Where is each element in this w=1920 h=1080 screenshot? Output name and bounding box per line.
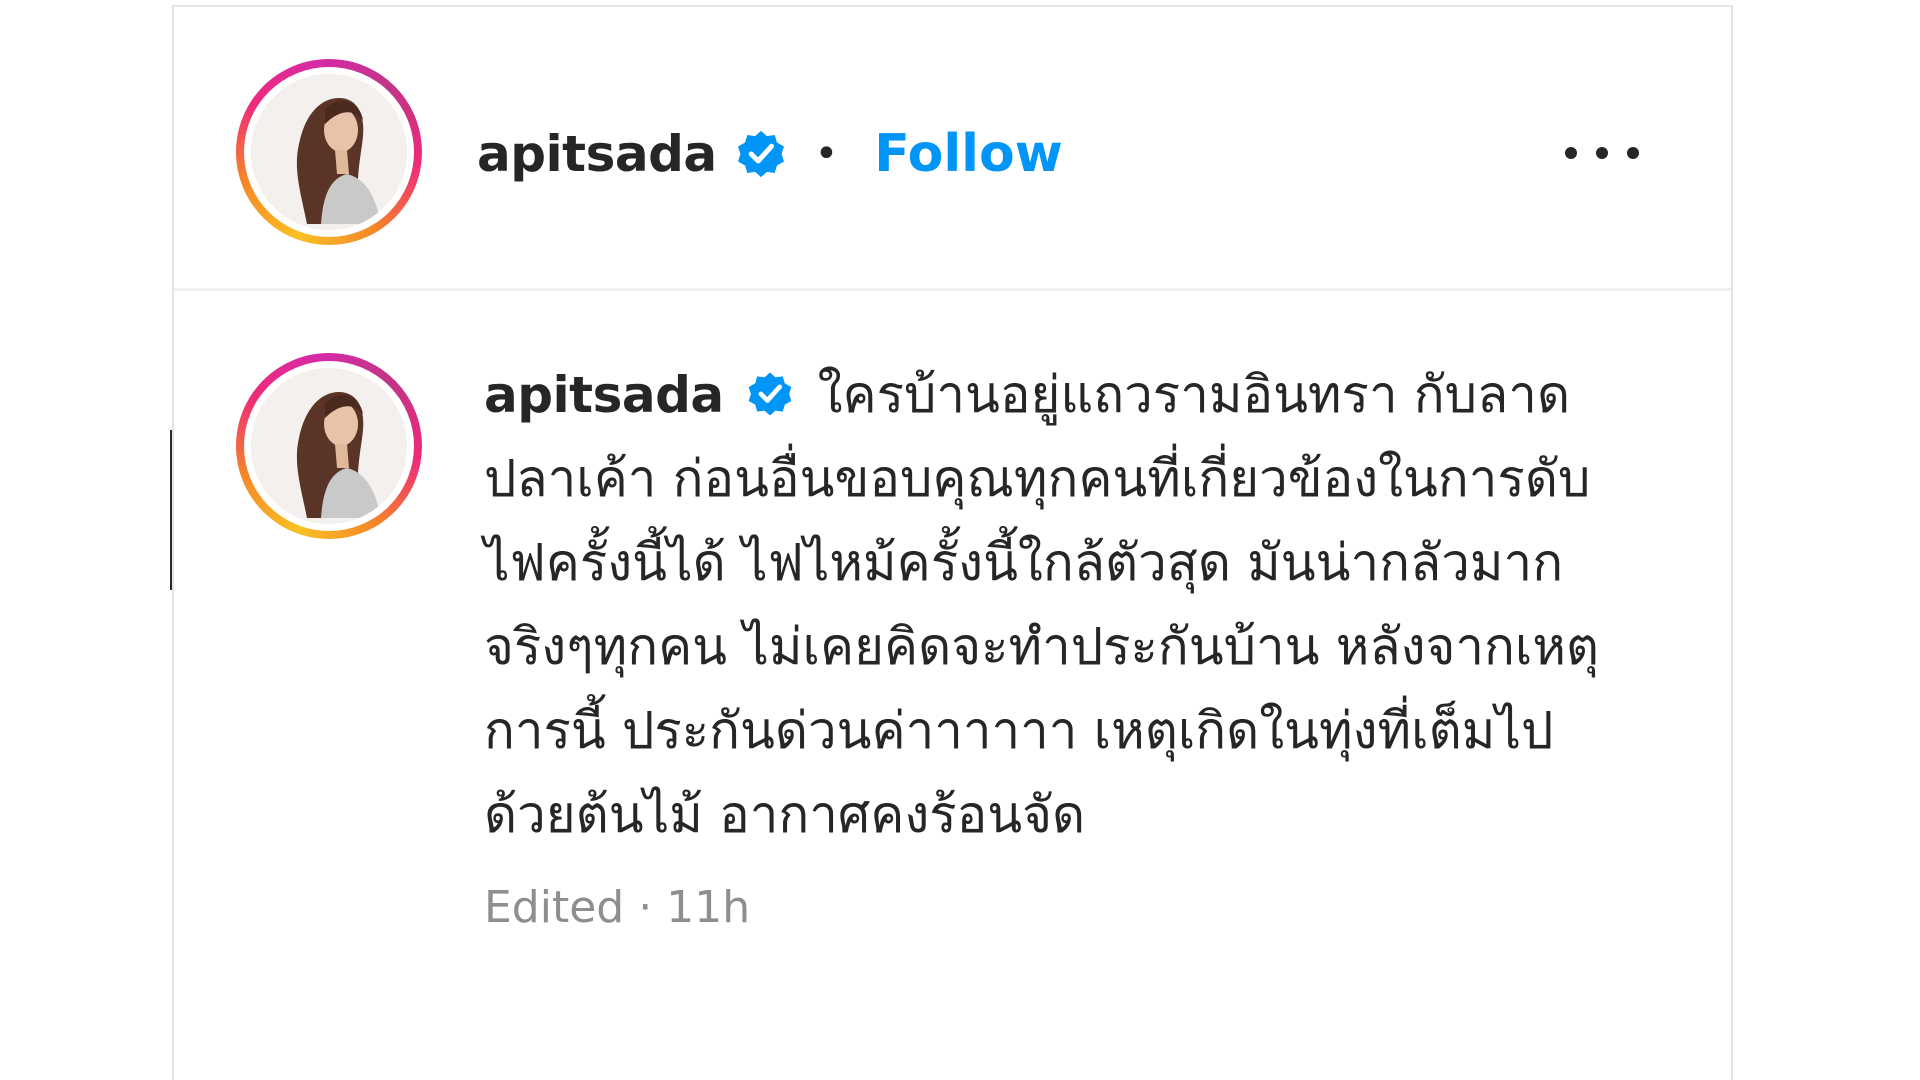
comment-username[interactable]: apitsada bbox=[484, 366, 724, 424]
verified-badge-icon bbox=[733, 126, 789, 182]
more-dot bbox=[1565, 147, 1577, 159]
caption-text-block: apitsada ใครบ้านอยู่แถวรามอินทรา กับลาดป… bbox=[484, 353, 1634, 858]
page: apitsada • Follow apitsada ใครบ้านอยู่แถ… bbox=[0, 0, 1920, 1080]
avatar-image bbox=[251, 74, 407, 230]
verified-badge-icon bbox=[744, 362, 800, 418]
header-info: apitsada • Follow bbox=[477, 109, 1063, 199]
header-separator: • bbox=[814, 131, 839, 177]
comment-time[interactable]: 11h bbox=[666, 882, 750, 933]
follow-button[interactable]: Follow bbox=[874, 124, 1063, 184]
post-header: apitsada • Follow bbox=[174, 7, 1731, 291]
post-card: apitsada • Follow apitsada ใครบ้านอยู่แถ… bbox=[172, 5, 1733, 1080]
story-ring[interactable] bbox=[236, 59, 422, 245]
comment-avatar-image bbox=[251, 368, 407, 524]
meta-separator: · bbox=[638, 882, 653, 933]
comment-story-ring[interactable] bbox=[236, 353, 422, 539]
avatar-border bbox=[244, 67, 414, 237]
caption-text: ใครบ้านอยู่แถวรามอินทรา กับลาดปลาเค้า ก่… bbox=[484, 366, 1600, 845]
comment-avatar[interactable] bbox=[251, 368, 407, 524]
more-dot bbox=[1596, 147, 1608, 159]
avatar[interactable] bbox=[251, 74, 407, 230]
comment-body: apitsada ใครบ้านอยู่แถวรามอินทรา กับลาดป… bbox=[484, 353, 1634, 933]
comment-meta: Edited · 11h bbox=[484, 882, 1634, 933]
edited-label: Edited bbox=[484, 882, 625, 933]
comment-avatar-border bbox=[244, 361, 414, 531]
header-username[interactable]: apitsada bbox=[477, 125, 717, 183]
more-dot bbox=[1627, 147, 1639, 159]
more-horizontal-icon[interactable] bbox=[1565, 133, 1639, 173]
